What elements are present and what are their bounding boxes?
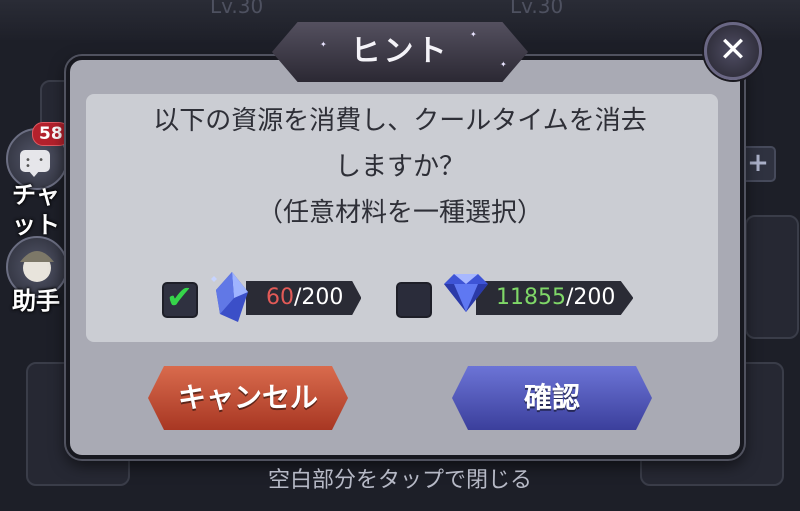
option1-need: /200: [294, 285, 344, 310]
option2-need: /200: [566, 285, 616, 310]
background-level-right: Lv.30: [510, 0, 564, 18]
option2-have: 11855: [496, 285, 566, 310]
option2-amount: 11855/200: [476, 281, 634, 315]
cancel-button[interactable]: キャンセル: [148, 366, 348, 430]
chat-unread-badge: 58: [32, 122, 70, 146]
tap-to-close-hint: 空白部分をタップで閉じる: [267, 468, 532, 493]
chat-icon: • • •: [20, 150, 50, 177]
assistant-label: 助手: [12, 287, 60, 315]
dialog-title: ヒント: [350, 34, 450, 69]
add-button[interactable]: +: [740, 146, 776, 182]
background-level-left: Lv.30: [210, 0, 264, 18]
option1-have: 60: [266, 285, 294, 310]
dialog-message-line3: （任意材料を一種選択）: [256, 198, 543, 228]
option2-checkbox[interactable]: [396, 282, 432, 318]
diamond-icon: [444, 274, 488, 312]
checkmark-icon: ✔: [166, 278, 193, 316]
close-button[interactable]: ✕: [704, 22, 762, 80]
option1-amount: 60/200: [246, 281, 362, 315]
dialog-message-line2: しますか？: [334, 152, 465, 182]
option1-checkbox[interactable]: ✔: [162, 278, 198, 318]
chat-label-line1: チャ: [12, 181, 60, 209]
dialog-message-line1: 以下の資源を消費し、クールタイムを消去: [153, 106, 647, 136]
background-card: [745, 215, 799, 339]
blue-crystal-icon: [211, 272, 248, 322]
close-icon: ✕: [718, 30, 748, 70]
confirm-button[interactable]: 確認: [452, 366, 652, 430]
